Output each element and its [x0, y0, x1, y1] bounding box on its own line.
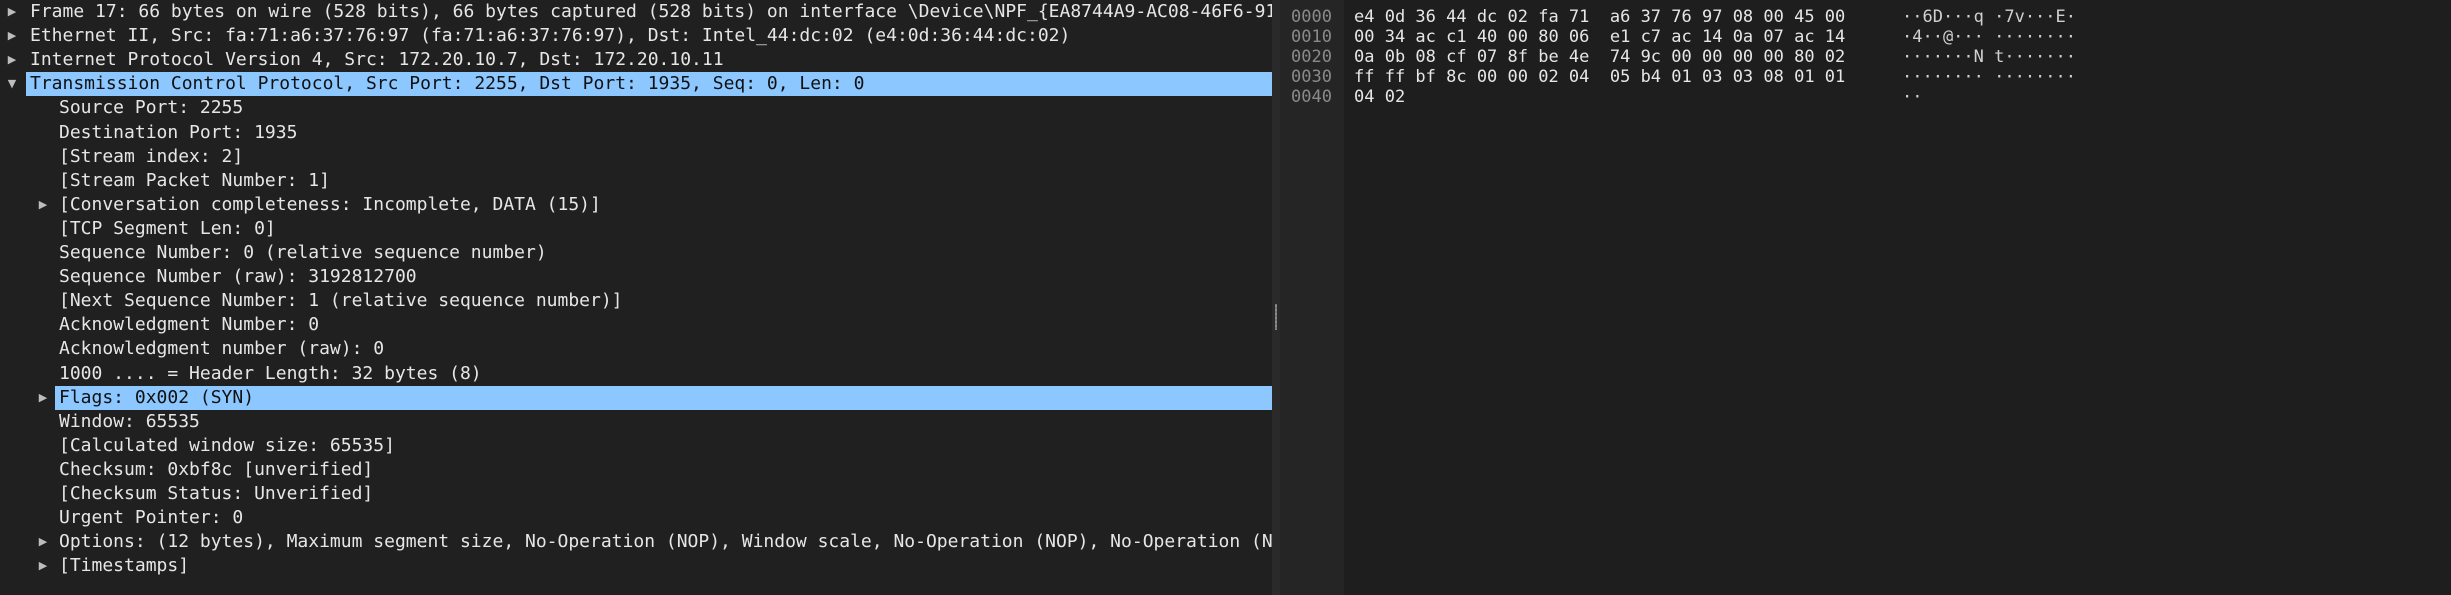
tree-row-field[interactable]: [Stream Packet Number: 1]: [0, 169, 1272, 193]
tree-row-field[interactable]: [TCP Segment Len: 0]: [0, 217, 1272, 241]
wireshark-packet-view: ▶ Frame 17: 66 bytes on wire (528 bits), …: [0, 0, 2451, 595]
tree-row-field[interactable]: [Checksum Status: Unverified]: [0, 482, 1272, 506]
tree-row-field[interactable]: ▶ Flags: 0x002 (SYN): [0, 385, 1272, 410]
bytes-offset: 0040: [1291, 87, 1332, 107]
tree-row-protocol[interactable]: ▶ Internet Protocol Version 4, Src: 172.2…: [0, 48, 1272, 72]
tree-row-field[interactable]: [Stream index: 2]: [0, 145, 1272, 169]
tree-row-field[interactable]: Checksum: 0xbf8c [unverified]: [0, 458, 1272, 482]
triangle-down-icon[interactable]: ▼: [5, 72, 19, 96]
tree-row-label: [Checksum Status: Unverified]: [59, 483, 374, 504]
bytes-ascii[interactable]: ·4··@··· ········: [1902, 27, 2076, 47]
bytes-offset: 0000: [1291, 7, 1332, 27]
bytes-hex[interactable]: e4 0d 36 44 dc 02 fa 71 a6 37 76 97 08 0…: [1354, 7, 1845, 27]
tree-row-label: Ethernet II, Src: fa:71:a6:37:76:97 (fa:…: [30, 25, 1071, 47]
bytes-hex[interactable]: 0a 0b 08 cf 07 8f be 4e 74 9c 00 00 00 0…: [1354, 47, 1845, 67]
triangle-right-icon[interactable]: ▶: [5, 48, 19, 72]
tree-row-field[interactable]: Sequence Number (raw): 3192812700: [0, 265, 1272, 289]
tree-row-label: Flags: 0x002 (SYN): [59, 386, 255, 408]
tree-row-field[interactable]: Destination Port: 1935: [0, 121, 1272, 145]
tree-row-protocol[interactable]: ▼ Transmission Control Protocol, Src Port…: [0, 72, 1272, 97]
tree-row-field[interactable]: [Next Sequence Number: 1 (relative seque…: [0, 289, 1272, 313]
tree-row-field[interactable]: Acknowledgment number (raw): 0: [0, 337, 1272, 361]
tree-row-label: [TCP Segment Len: 0]: [59, 217, 276, 239]
tree-row-field[interactable]: Window: 65535: [0, 410, 1272, 434]
tree-row-label: [Calculated window size: 65535]: [59, 434, 395, 456]
tree-row-field[interactable]: Source Port: 2255: [0, 96, 1272, 120]
triangle-right-icon[interactable]: ▶: [36, 193, 50, 217]
packet-details-pane[interactable]: ▶ Frame 17: 66 bytes on wire (528 bits), …: [0, 0, 1272, 595]
tree-row-field[interactable]: ▶ [Timestamps]: [0, 554, 1272, 578]
tree-row-field[interactable]: ▶ [Conversation completeness: Incomplete,…: [0, 193, 1272, 217]
tree-row-label: Urgent Pointer: 0: [59, 507, 244, 529]
tree-row-label: Options: (12 bytes), Maximum segment siz…: [59, 531, 1272, 553]
packet-bytes-pane[interactable]: [1344, 0, 2451, 595]
tree-row-label: Sequence Number: 0 (relative sequence nu…: [59, 242, 547, 263]
bytes-offset: 0010: [1291, 27, 1332, 47]
tree-row-label: Frame 17: 66 bytes on wire (528 bits), 6…: [30, 1, 1272, 22]
tree-row-field[interactable]: Urgent Pointer: 0: [0, 506, 1272, 530]
tree-row-label: [Stream index: 2]: [59, 145, 244, 167]
bytes-hex[interactable]: 04 02: [1354, 87, 1405, 107]
tree-row-protocol[interactable]: ▶ Frame 17: 66 bytes on wire (528 bits), …: [0, 0, 1272, 24]
bytes-hex[interactable]: 00 34 ac c1 40 00 80 06 e1 c7 ac 14 0a 0…: [1354, 27, 1845, 47]
tree-row-label: Sequence Number (raw): 3192812700: [59, 266, 417, 288]
tree-row-field[interactable]: Acknowledgment Number: 0: [0, 313, 1272, 337]
tree-row-label: Internet Protocol Version 4, Src: 172.20…: [30, 49, 724, 71]
bytes-offset: 0030: [1291, 67, 1332, 87]
bytes-ascii[interactable]: ·······N t·······: [1902, 47, 2076, 67]
bytes-offset: 0020: [1291, 47, 1332, 67]
triangle-right-icon[interactable]: ▶: [5, 24, 19, 48]
tree-row-label: [Timestamps]: [59, 555, 190, 577]
tree-row-label: [Conversation completeness: Incomplete, …: [59, 193, 601, 215]
triangle-right-icon[interactable]: ▶: [36, 386, 50, 410]
tree-row-label: [Stream Packet Number: 1]: [59, 169, 330, 191]
bytes-hex[interactable]: ff ff bf 8c 00 00 02 04 05 b4 01 03 03 0…: [1354, 67, 1845, 87]
tree-row-label: Destination Port: 1935: [59, 121, 298, 143]
tree-row-field[interactable]: ▶ Options: (12 bytes), Maximum segment si…: [0, 530, 1272, 554]
bytes-ascii[interactable]: ··: [1902, 87, 1922, 107]
tree-row-label: Transmission Control Protocol, Src Port:…: [30, 73, 865, 95]
tree-row-protocol[interactable]: ▶ Ethernet II, Src: fa:71:a6:37:76:97 (fa…: [0, 24, 1272, 48]
tree-row-field[interactable]: 1000 .... = Header Length: 32 bytes (8): [0, 362, 1272, 386]
tree-row-label: Checksum: 0xbf8c [unverified]: [59, 458, 374, 480]
triangle-right-icon[interactable]: ▶: [36, 530, 50, 554]
tree-row-label: [Next Sequence Number: 1 (relative seque…: [59, 290, 623, 312]
pane-splitter[interactable]: [1272, 0, 1280, 595]
triangle-right-icon[interactable]: ▶: [36, 554, 50, 578]
tree-row-label: 1000 .... = Header Length: 32 bytes (8): [59, 362, 482, 384]
tree-row-label: Acknowledgment Number: 0: [59, 314, 320, 336]
splitter-grip-icon[interactable]: [1275, 304, 1277, 330]
tree-row-label: Source Port: 2255: [59, 97, 244, 119]
bytes-ascii[interactable]: ··6D···q ·7v···E·: [1902, 7, 2076, 27]
bytes-ascii[interactable]: ········ ········: [1902, 67, 2076, 87]
tree-row-field[interactable]: Sequence Number: 0 (relative sequence nu…: [0, 241, 1272, 265]
tree-row-field[interactable]: [Calculated window size: 65535]: [0, 434, 1272, 458]
tree-row-label: Acknowledgment number (raw): 0: [59, 338, 385, 360]
triangle-right-icon[interactable]: ▶: [5, 0, 19, 24]
tree-row-label: Window: 65535: [59, 410, 200, 432]
